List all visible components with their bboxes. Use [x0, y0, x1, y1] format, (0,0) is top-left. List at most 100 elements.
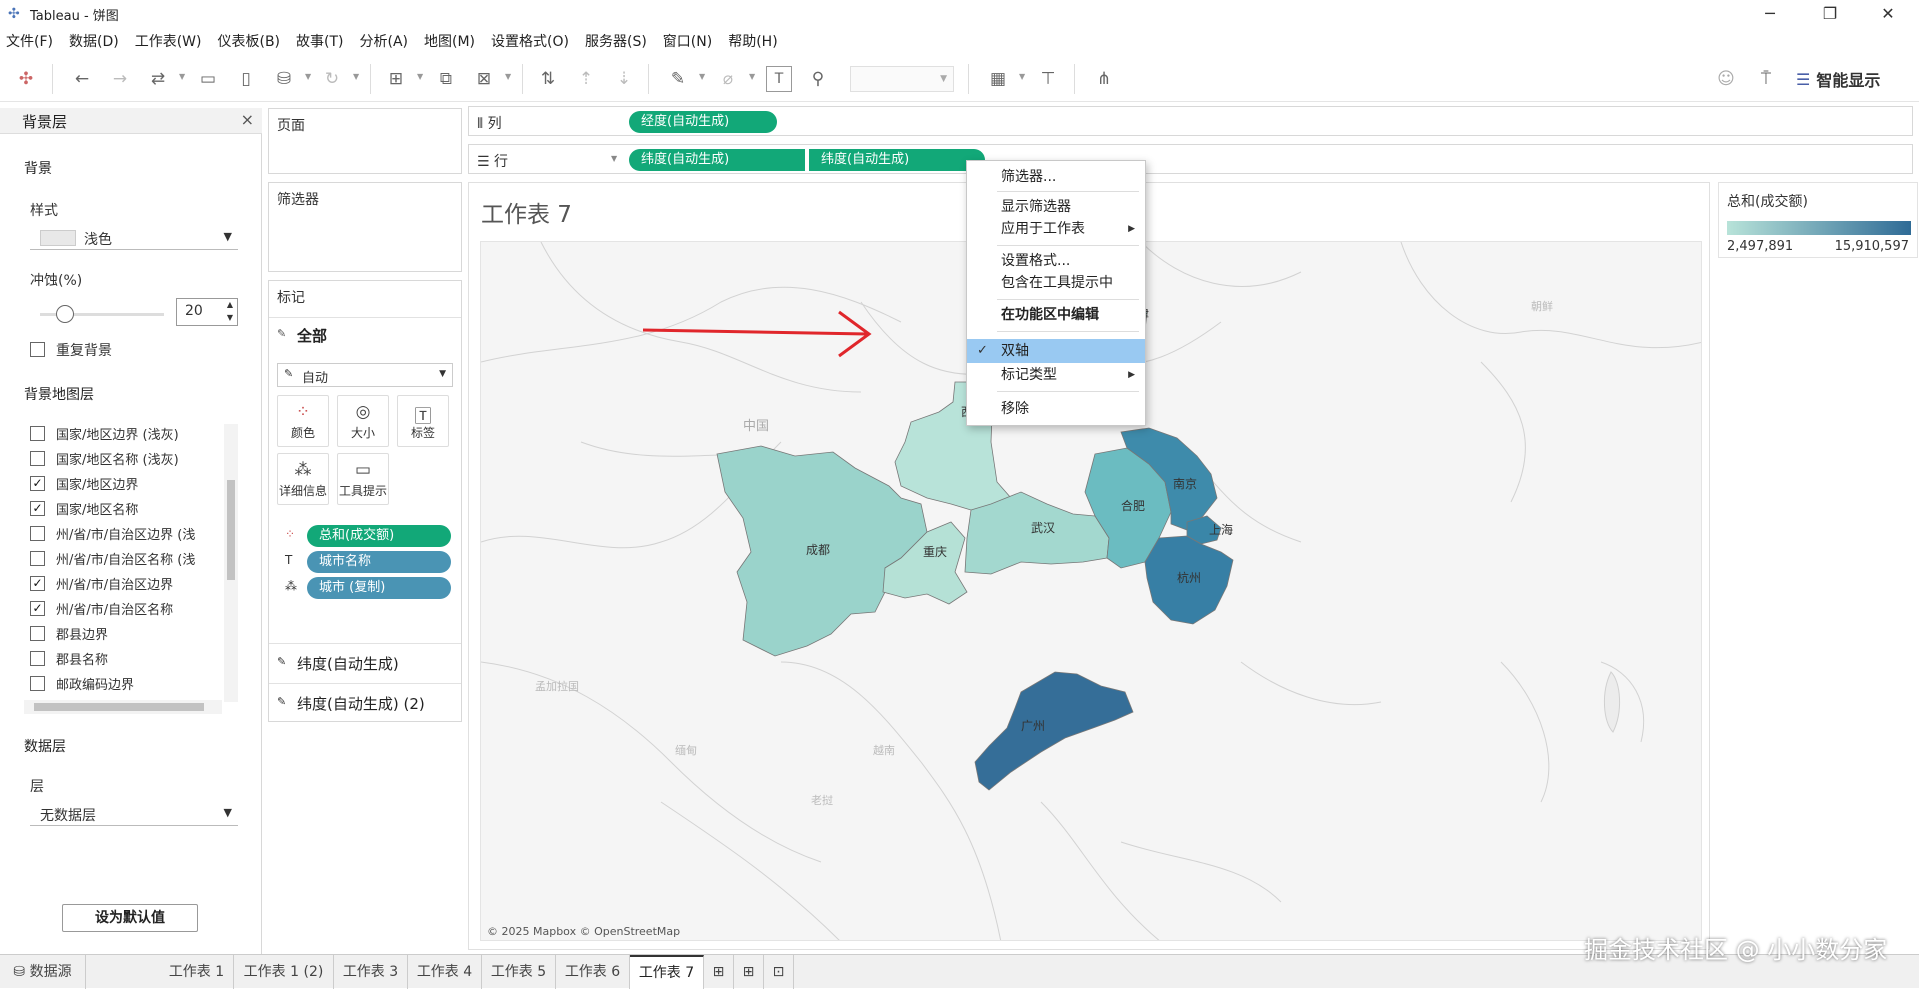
- menu-analysis[interactable]: 分析(A): [360, 31, 409, 51]
- stepper-up-icon[interactable]: ▲: [227, 300, 233, 309]
- swap-icon[interactable]: ⇅: [536, 67, 560, 91]
- fit-dropdown[interactable]: ▼: [850, 66, 954, 92]
- layer-checkbox[interactable]: ✓: [30, 576, 45, 591]
- pause-updates-icon[interactable]: ⛁: [272, 67, 296, 91]
- ask-data-icon[interactable]: ☺: [1714, 67, 1738, 91]
- tab-sheet-5[interactable]: 工作表 5: [482, 955, 556, 989]
- menu-story[interactable]: 故事(T): [296, 31, 343, 51]
- duplicate-icon[interactable]: ⧉: [434, 67, 458, 91]
- tableau-home-icon[interactable]: ✣: [14, 67, 38, 91]
- tab-sheet-1-2[interactable]: 工作表 1 (2): [234, 955, 334, 989]
- layer-checkbox[interactable]: [30, 551, 45, 566]
- washout-slider-thumb[interactable]: [55, 305, 74, 323]
- menu-item-dual-axis[interactable]: ✓ 双轴: [967, 339, 1145, 363]
- marks-all-label[interactable]: 全部: [297, 325, 327, 346]
- layer-checkbox[interactable]: ✓: [30, 501, 45, 516]
- menu-item-mark-type[interactable]: 标记类型 ▶: [967, 363, 1145, 387]
- scrollbar-thumb[interactable]: [227, 480, 235, 580]
- label-pill[interactable]: 城市名称: [307, 551, 451, 573]
- menu-dashboard[interactable]: 仪表板(B): [217, 31, 280, 51]
- worksheet-title[interactable]: 工作表 7: [481, 195, 572, 229]
- tooltip-button[interactable]: ▭ 工具提示: [337, 453, 389, 505]
- label-button[interactable]: 🅃 标签: [397, 395, 449, 447]
- share-icon[interactable]: ⋔: [1092, 67, 1116, 91]
- chevron-down-icon[interactable]: ▼: [1019, 72, 1025, 81]
- redo-icon[interactable]: →: [108, 67, 132, 91]
- menu-item-filter[interactable]: 筛选器...: [967, 165, 1145, 189]
- sort-ascending-icon[interactable]: ⇡: [574, 67, 598, 91]
- chevron-down-icon[interactable]: ▼: [353, 72, 359, 81]
- scrollbar-thumb[interactable]: [34, 703, 204, 711]
- fit-icon[interactable]: ▦: [986, 67, 1010, 91]
- replace-data-icon[interactable]: ⇄: [146, 67, 170, 91]
- clear-sheet-icon[interactable]: ⊠: [472, 67, 496, 91]
- detail-button[interactable]: ⁂ 详细信息: [277, 453, 329, 505]
- save-icon[interactable]: ▭: [196, 67, 220, 91]
- minimize-button[interactable]: ─: [1744, 0, 1796, 28]
- menu-item-remove[interactable]: 移除: [967, 397, 1145, 421]
- size-button[interactable]: ◎ 大小: [337, 395, 389, 447]
- close-icon[interactable]: ×: [241, 110, 254, 129]
- tab-sheet-4[interactable]: 工作表 4: [408, 955, 482, 989]
- chevron-down-icon[interactable]: ▼: [417, 72, 423, 81]
- menu-item-include-in-tooltip[interactable]: 包含在工具提示中: [967, 271, 1145, 295]
- layer-checkbox[interactable]: [30, 451, 45, 466]
- layer-checkbox[interactable]: [30, 626, 45, 641]
- marks-subcard-1[interactable]: 纬度(自动生成): [297, 653, 399, 674]
- menu-format[interactable]: 设置格式(O): [491, 31, 569, 51]
- stepper-down-icon[interactable]: ▼: [227, 313, 233, 322]
- new-dashboard-tab-icon[interactable]: ⊞: [734, 955, 764, 989]
- menu-window[interactable]: 窗口(N): [663, 31, 712, 51]
- show-me-button[interactable]: ☰ 智能显示: [1796, 66, 1880, 92]
- presentation-icon[interactable]: ⊤: [1036, 67, 1060, 91]
- tab-sheet-7[interactable]: 工作表 7: [630, 955, 704, 989]
- maximize-button[interactable]: ❐: [1804, 0, 1856, 28]
- columns-shelf[interactable]: ⦀ 列 经度(自动生成): [468, 106, 1913, 136]
- menu-file[interactable]: 文件(F): [6, 31, 53, 51]
- layer-checkbox[interactable]: ✓: [30, 601, 45, 616]
- detail-pill[interactable]: 城市 (复制): [307, 577, 451, 599]
- menu-item-format[interactable]: 设置格式...: [967, 249, 1145, 273]
- group-icon[interactable]: ⌀: [716, 67, 740, 91]
- mark-type-dropdown[interactable]: ✎ 自动 ▼: [277, 363, 453, 387]
- chevron-down-icon[interactable]: ▼: [611, 154, 617, 163]
- highlight-icon[interactable]: ✎: [666, 67, 690, 91]
- latitude-pill-2[interactable]: 纬度(自动生成): [809, 149, 985, 171]
- color-pill[interactable]: 总和(成交额): [307, 525, 451, 547]
- layer-checkbox[interactable]: ✓: [30, 476, 45, 491]
- pages-card[interactable]: 页面: [268, 108, 462, 174]
- tab-sheet-6[interactable]: 工作表 6: [556, 955, 630, 989]
- repeat-background-checkbox[interactable]: [30, 342, 45, 357]
- menu-server[interactable]: 服务器(S): [585, 31, 647, 51]
- show-labels-icon[interactable]: T: [766, 66, 792, 92]
- chevron-down-icon[interactable]: ▼: [699, 72, 705, 81]
- rows-shelf[interactable]: ☰ 行 ▼ 纬度(自动生成) 纬度(自动生成): [468, 144, 1913, 174]
- latitude-pill-1[interactable]: 纬度(自动生成): [629, 149, 805, 171]
- layer-list-hscrollbar[interactable]: [24, 700, 222, 714]
- new-datasource-icon[interactable]: ▯: [234, 67, 258, 91]
- menu-item-edit-in-shelf[interactable]: 在功能区中编辑: [967, 303, 1145, 327]
- layer-checkbox[interactable]: [30, 676, 45, 691]
- new-worksheet-icon[interactable]: ⊞: [384, 67, 408, 91]
- menu-data[interactable]: 数据(D): [69, 31, 119, 51]
- filters-card[interactable]: 筛选器: [268, 182, 462, 272]
- layer-checkbox[interactable]: [30, 651, 45, 666]
- set-default-button[interactable]: 设为默认值: [62, 904, 198, 932]
- menu-help[interactable]: 帮助(H): [728, 31, 777, 51]
- chevron-down-icon[interactable]: ▼: [505, 72, 511, 81]
- menu-item-apply-to-worksheets[interactable]: 应用于工作表 ▶: [967, 217, 1145, 241]
- sort-descending-icon[interactable]: ⇣: [612, 67, 636, 91]
- menu-worksheet[interactable]: 工作表(W): [135, 31, 202, 51]
- longitude-pill[interactable]: 经度(自动生成): [629, 111, 777, 133]
- washout-stepper[interactable]: 20 ▲ ▼: [176, 298, 238, 326]
- province-guangzhou[interactable]: [974, 671, 1134, 791]
- new-story-tab-icon[interactable]: ⊡: [764, 955, 794, 989]
- chevron-down-icon[interactable]: ▼: [179, 72, 185, 81]
- color-button[interactable]: ⁘ 颜色: [277, 395, 329, 447]
- pin-icon[interactable]: ⚲: [806, 67, 830, 91]
- marks-subcard-2[interactable]: 纬度(自动生成) (2): [297, 693, 425, 714]
- color-legend[interactable]: 总和(成交额) 2,497,891 15,910,597: [1718, 182, 1918, 258]
- refresh-icon[interactable]: ↻: [320, 67, 344, 91]
- chevron-down-icon[interactable]: ▼: [305, 72, 311, 81]
- style-dropdown[interactable]: 浅色 ▼: [30, 226, 238, 250]
